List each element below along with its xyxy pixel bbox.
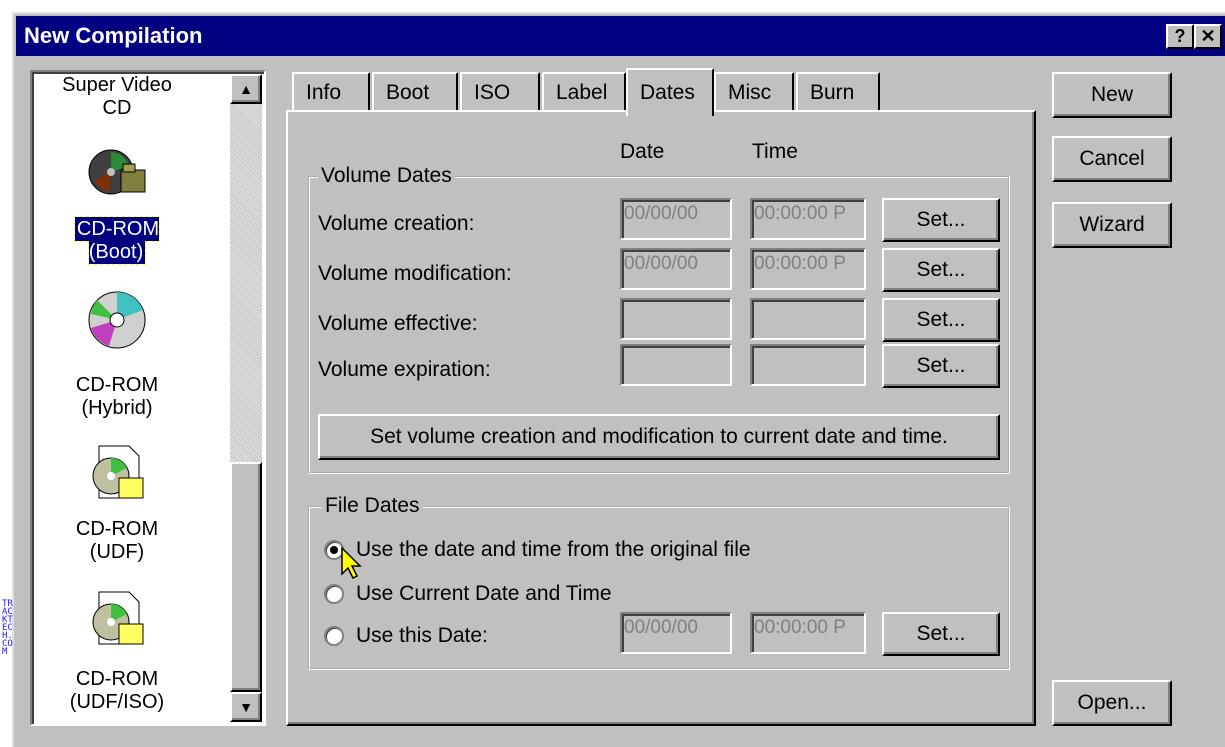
file-dates-title: File Dates [322, 494, 423, 518]
tab-info[interactable]: Info [292, 72, 370, 112]
volume-creation-date-field[interactable]: 00/00/00 [620, 198, 732, 240]
list-scrollbar[interactable]: ▲ ▼ [230, 74, 262, 722]
list-item-label: (UDF/ISO) [69, 691, 165, 713]
tab-iso[interactable]: ISO [460, 72, 540, 112]
this-date-field[interactable]: 00/00/00 [620, 612, 732, 654]
volume-effective-set-button[interactable]: Set... [882, 298, 1000, 342]
hybrid-cd-icon [32, 288, 202, 352]
title-bar: New Compilation ? ✕ [16, 16, 1225, 56]
list-item-label: CD-ROM (Boot) [73, 216, 161, 265]
volume-expiration-label: Volume expiration: [318, 358, 491, 381]
tab-misc[interactable]: Misc [714, 72, 794, 112]
volume-dates-title: Volume Dates [318, 164, 455, 188]
cancel-button[interactable]: Cancel [1052, 136, 1172, 182]
radio-current-date-label[interactable]: Use Current Date and Time [356, 582, 612, 606]
volume-effective-time-field[interactable] [750, 298, 866, 340]
volume-creation-set-button[interactable]: Set... [882, 198, 1000, 242]
new-button[interactable]: New [1052, 72, 1172, 118]
volume-effective-date-field[interactable] [620, 298, 732, 340]
list-item-selected[interactable]: CD-ROM (Boot) [32, 216, 202, 265]
radio-this-date-label[interactable]: Use this Date: [356, 624, 488, 648]
radio-current-date[interactable] [324, 584, 344, 604]
tab-boot[interactable]: Boot [372, 72, 458, 112]
volume-modification-label: Volume modification: [318, 262, 512, 285]
list-item[interactable]: CD-ROM (UDF) [32, 518, 202, 564]
help-button[interactable]: ? [1166, 24, 1194, 49]
wizard-button[interactable]: Wizard [1052, 202, 1172, 248]
list-item[interactable]: CD-ROM (UDF/ISO) [32, 668, 202, 714]
mouse-cursor-icon [340, 546, 366, 586]
volume-creation-time-field[interactable]: 00:00:00 P [750, 198, 866, 240]
watermark: TRACKTECH.COM [2, 599, 13, 657]
volume-expiration-date-field[interactable] [620, 344, 732, 386]
volume-effective-label: Volume effective: [318, 312, 478, 335]
window-title: New Compilation [24, 23, 203, 48]
tab-label[interactable]: Label [542, 72, 626, 112]
udf-cd-icon [32, 442, 202, 506]
volume-expiration-time-field[interactable] [750, 344, 866, 386]
scroll-thumb[interactable] [230, 462, 262, 692]
open-button[interactable]: Open... [1052, 680, 1172, 726]
scroll-up-button[interactable]: ▲ [230, 74, 262, 104]
list-item-label: (Hybrid) [81, 397, 153, 419]
list-item-label: CD-ROM [75, 518, 159, 540]
list-item-label: CD-ROM [75, 668, 159, 690]
scroll-down-button[interactable]: ▼ [230, 692, 262, 722]
tab-burn[interactable]: Burn [796, 72, 880, 112]
boot-cd-icon [32, 140, 202, 200]
radio-this-date[interactable] [324, 626, 344, 646]
volume-modification-date-field[interactable]: 00/00/00 [620, 248, 732, 290]
udf-iso-cd-icon [32, 588, 202, 652]
time-column-header: Time [752, 140, 798, 163]
set-current-date-button[interactable]: Set volume creation and modification to … [318, 414, 1000, 460]
this-time-field[interactable]: 00:00:00 P [750, 612, 866, 654]
volume-modification-set-button[interactable]: Set... [882, 248, 1000, 292]
tab-dates[interactable]: Dates [626, 68, 714, 116]
volume-expiration-set-button[interactable]: Set... [882, 344, 1000, 388]
list-item[interactable]: CD-ROM (Hybrid) [32, 374, 202, 420]
close-button[interactable]: ✕ [1194, 24, 1222, 49]
this-date-set-button[interactable]: Set... [882, 612, 1000, 656]
radio-original-file-label[interactable]: Use the date and time from the original … [356, 538, 751, 562]
list-item-label: CD-ROM [75, 374, 159, 396]
list-item-label: CD [102, 97, 132, 119]
list-item-label: Super Video [62, 74, 172, 96]
date-column-header: Date [620, 140, 665, 163]
volume-creation-label: Volume creation: [318, 212, 475, 235]
volume-modification-time-field[interactable]: 00:00:00 P [750, 248, 866, 290]
list-item[interactable]: Super Video CD [32, 74, 202, 120]
list-item-label: (UDF) [89, 541, 145, 563]
